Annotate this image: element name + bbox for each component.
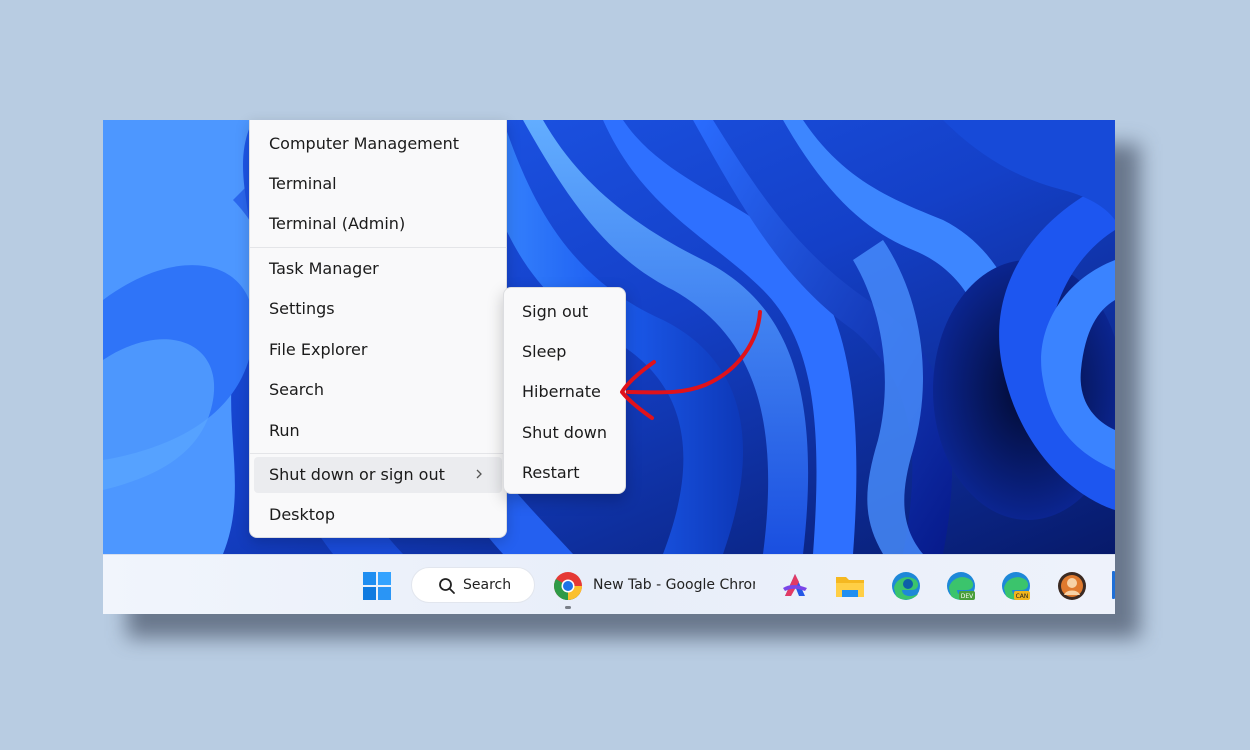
submenu-item-sleep[interactable]: Sleep: [508, 333, 621, 369]
taskbar-search-box[interactable]: Search: [411, 567, 535, 603]
submenu-item-label: Restart: [522, 463, 580, 482]
menu-item-search[interactable]: Search: [254, 372, 502, 408]
submenu-item-label: Sleep: [522, 342, 567, 361]
menu-item-terminal-admin[interactable]: Terminal (Admin): [254, 206, 502, 242]
chrome-icon: [554, 572, 582, 600]
menu-item-desktop[interactable]: Desktop: [254, 497, 502, 533]
taskbar-edge-fragment: [1112, 571, 1115, 599]
submenu-item-shut-down[interactable]: Shut down: [508, 414, 621, 450]
taskbar: Search New Tab - Google Chrome: [103, 554, 1115, 614]
menu-item-label: Settings: [269, 299, 335, 318]
menu-item-terminal[interactable]: Terminal: [254, 166, 502, 202]
svg-text:CAN: CAN: [1016, 593, 1029, 600]
winx-power-user-menu: Computer Management Terminal Terminal (A…: [249, 120, 507, 538]
menu-item-label: Search: [269, 380, 324, 399]
menu-item-settings[interactable]: Settings: [254, 291, 502, 327]
menu-separator: [250, 247, 506, 248]
profile-app-icon[interactable]: [1056, 570, 1088, 602]
submenu-item-label: Sign out: [522, 302, 589, 321]
menu-item-label: Task Manager: [269, 259, 379, 278]
svg-text:DEV: DEV: [961, 593, 974, 600]
menu-item-label: Terminal: [269, 174, 337, 193]
running-indicator: [565, 606, 571, 609]
edge-canary-icon[interactable]: CAN: [1000, 570, 1032, 602]
menu-separator: [250, 453, 506, 454]
menu-item-task-manager[interactable]: Task Manager: [254, 251, 502, 287]
submenu-item-label: Hibernate: [522, 382, 601, 401]
taskbar-chrome-app[interactable]: New Tab - Google Chrome: [549, 569, 759, 609]
submenu-item-label: Shut down: [522, 423, 607, 442]
start-windows-icon[interactable]: [362, 571, 392, 601]
search-icon: [439, 578, 455, 594]
submenu-item-restart[interactable]: Restart: [508, 454, 621, 490]
submenu-item-sign-out[interactable]: Sign out: [508, 293, 621, 329]
chevron-right-icon: [476, 469, 482, 479]
menu-item-label: Computer Management: [269, 134, 460, 153]
copilot-icon[interactable]: [779, 570, 811, 602]
menu-item-label: Shut down or sign out: [269, 465, 445, 484]
menu-item-computer-management[interactable]: Computer Management: [254, 126, 502, 162]
menu-item-label: Terminal (Admin): [269, 214, 406, 233]
menu-item-label: Desktop: [269, 505, 335, 524]
search-label: Search: [463, 577, 512, 593]
edge-icon[interactable]: [890, 570, 922, 602]
menu-item-label: File Explorer: [269, 340, 368, 359]
menu-item-label: Run: [269, 421, 300, 440]
edge-dev-icon[interactable]: DEV: [945, 570, 977, 602]
submenu-item-hibernate[interactable]: Hibernate: [508, 373, 621, 409]
menu-item-file-explorer[interactable]: File Explorer: [254, 332, 502, 368]
chrome-window-title: New Tab - Google Chrome: [593, 577, 755, 593]
file-explorer-icon[interactable]: [834, 570, 866, 602]
menu-item-run[interactable]: Run: [254, 413, 502, 449]
menu-item-shut-down-or-sign-out[interactable]: Shut down or sign out: [254, 457, 502, 493]
shut-down-submenu: Sign out Sleep Hibernate Shut down Resta…: [503, 287, 626, 494]
